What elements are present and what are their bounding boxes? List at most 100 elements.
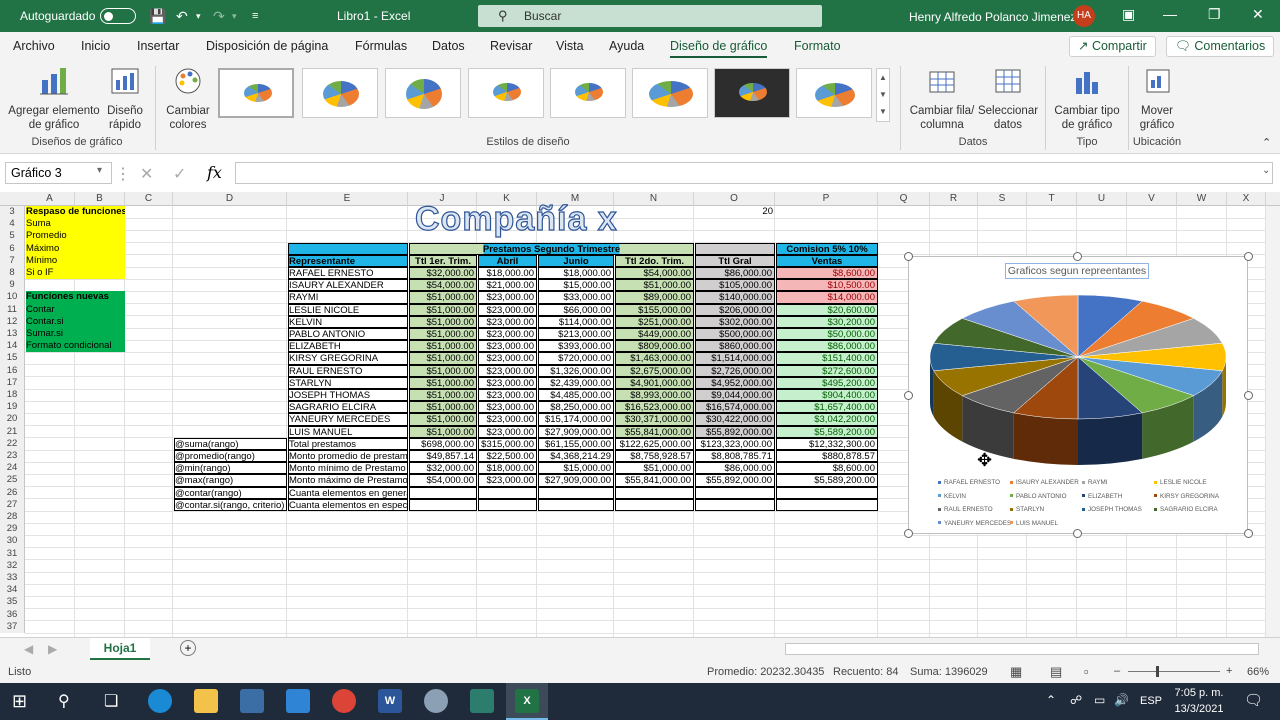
table-cell[interactable]: $30,371,000.00 [615,413,694,426]
nuevas-item[interactable]: Contar [26,303,125,316]
summary-value[interactable]: $55,841,000.00 [615,474,694,487]
page-break-icon[interactable]: ▫ [1084,664,1089,679]
row-header[interactable]: 32 [0,559,25,572]
tab-archivo[interactable]: Archivo [13,39,55,53]
table-cell[interactable]: $393,000.00 [538,340,614,353]
table-cell[interactable]: $55,892,000.00 [695,425,775,438]
table-cell[interactable]: $54,000.00 [409,279,477,292]
pie-chart[interactable]: Graficos segun repreentantes RAFAEL ERNE… [908,256,1248,534]
cell-o3[interactable]: 20 [695,206,775,218]
redo-dropdown-icon[interactable]: ▾ [232,7,237,25]
close-icon[interactable]: ✕ [1252,6,1264,23]
table-cell[interactable]: $23,000.00 [478,291,537,304]
table-cell[interactable]: $10,500.00 [776,279,878,292]
table-cell[interactable]: $1,463,000.00 [615,352,694,365]
pie-slice-side[interactable] [1013,412,1078,465]
legend-entry[interactable]: RAUL ERNESTO [938,506,993,513]
summary-value[interactable]: $15,000.00 [538,462,614,475]
column-header[interactable]: S [978,192,1027,206]
table-cell[interactable]: $251,000.00 [615,315,694,328]
summary-value[interactable]: $5,589,200.00 [776,474,878,487]
next-sheet-icon[interactable]: ▶ [48,642,57,656]
legend-entry[interactable]: RAFAEL ERNESTO [938,479,1000,486]
summary-value[interactable]: $86,000.00 [695,462,775,475]
legend-entry[interactable]: KIRSY GREGORINA [1154,493,1219,500]
table-cell[interactable]: $1,514,000.00 [695,352,775,365]
legend-entry[interactable]: KELVIN [938,493,966,500]
add-chart-element-button[interactable]: Agregar elemento de gráfico [4,66,104,132]
normal-view-icon[interactable]: ▦ [1010,664,1022,680]
row-header[interactable]: 9 [0,279,25,292]
resize-handle[interactable] [1244,252,1253,261]
avatar[interactable]: HA [1073,5,1095,27]
summary-value[interactable] [615,498,694,511]
chart-style-4[interactable] [468,68,544,118]
column-header[interactable]: D [173,192,287,206]
row-header[interactable]: 5 [0,230,25,243]
tab-diseno-grafico[interactable]: Diseño de gráfico [670,39,768,58]
collapse-ribbon-icon[interactable]: ⌃ [1262,136,1271,149]
table-cell[interactable]: $16,523,000.00 [615,401,694,414]
insert-function-icon[interactable]: fx [207,163,222,182]
chart-style-2[interactable] [302,68,378,118]
table-cell[interactable]: $23,000.00 [478,389,537,402]
summary-value[interactable]: $8,808,785.71 [695,450,775,463]
row-header[interactable]: 25 [0,474,25,487]
tab-formato[interactable]: Formato [794,39,841,53]
table-header[interactable]: Junio [538,254,614,267]
repaso-item[interactable]: Mínimo [26,254,125,267]
battery-icon[interactable]: ▭ [1094,693,1105,707]
table-cell[interactable]: $23,000.00 [478,352,537,365]
summary-label[interactable]: Cuanta elementos en especifico [288,498,408,511]
row-header[interactable]: 15 [0,352,25,365]
table-cell[interactable]: KIRSY GREGORINA [288,352,408,365]
legend-entry[interactable]: PABLO ANTONIO [1010,493,1067,500]
row-header[interactable]: 21 [0,425,25,438]
table-cell[interactable]: $23,000.00 [478,364,537,377]
row-header[interactable]: 17 [0,376,25,389]
table-cell[interactable]: $809,000.00 [615,340,694,353]
table-cell[interactable]: $23,000.00 [478,340,537,353]
row-header[interactable]: 3 [0,206,25,219]
zoom-out-icon[interactable]: – [1114,665,1120,677]
tab-ayuda[interactable]: Ayuda [609,39,644,53]
table-cell[interactable]: $23,000.00 [478,315,537,328]
row-header[interactable]: 13 [0,328,25,341]
table-cell[interactable]: $86,000.00 [695,267,775,280]
redo-icon[interactable]: ↷ [213,7,225,25]
language-indicator[interactable]: ESP [1140,695,1162,707]
summary-value[interactable]: $698,000.00 [409,437,477,450]
resize-handle[interactable] [904,529,913,538]
table-cell[interactable]: $206,000.00 [695,303,775,316]
table-cell[interactable]: $2,675,000.00 [615,364,694,377]
summary-value[interactable] [409,486,477,499]
table-header[interactable]: Ttl 1er. Trim. [409,254,477,267]
row-header[interactable]: 23 [0,450,25,463]
table-cell[interactable]: $18,000.00 [538,267,614,280]
row-header[interactable]: 8 [0,267,25,280]
sheet-tab-hoja1[interactable]: Hoja1 [90,638,150,660]
table-cell[interactable]: $155,000.00 [615,303,694,316]
table-cell[interactable]: $30,422,000.00 [695,413,775,426]
zoom-slider[interactable] [1128,671,1220,672]
table-cell[interactable]: RAUL ERNESTO [288,364,408,377]
column-header[interactable]: C [125,192,173,206]
row-header[interactable]: 29 [0,523,25,536]
prev-sheet-icon[interactable]: ◀ [24,642,33,656]
pie-slice-side[interactable] [1078,412,1143,465]
table-cell[interactable]: ISAURY ALEXANDER [288,279,408,292]
table-cell[interactable]: $4,952,000.00 [695,376,775,389]
table-cell[interactable]: JOSEPH THOMAS [288,389,408,402]
tab-vista[interactable]: Vista [556,39,584,53]
table-header[interactable]: Ventas [776,254,878,267]
summary-label[interactable]: Total prestamos [288,437,408,450]
summary-value[interactable]: $23,000.00 [478,474,537,487]
column-header[interactable]: Q [878,192,930,206]
legend-entry[interactable]: LUIS MANUEL [1010,520,1058,527]
table-cell[interactable]: ELIZABETH [288,340,408,353]
summary-value[interactable]: $55,892,000.00 [695,474,775,487]
chart-style-5[interactable] [550,68,626,118]
header-cell[interactable] [695,242,775,255]
summary-value[interactable]: $61,155,000.00 [538,437,614,450]
table-cell[interactable]: $51,000.00 [409,328,477,341]
